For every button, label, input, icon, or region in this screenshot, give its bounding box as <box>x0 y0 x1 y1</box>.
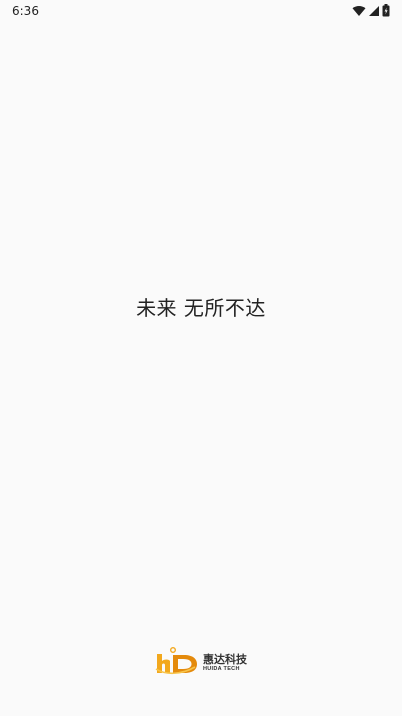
battery-icon <box>382 4 390 17</box>
wifi-icon <box>352 5 366 17</box>
status-bar: 6:36 <box>0 0 402 24</box>
status-icons <box>352 4 390 17</box>
brand-logo: 惠达科技 HUIDA TECH <box>0 646 402 680</box>
hd-logo-mark-icon <box>155 646 199 680</box>
splash-slogan: 未来 无所不达 <box>136 296 266 320</box>
brand-text: 惠达科技 HUIDA TECH <box>203 654 247 673</box>
brand-name-cn: 惠达科技 <box>203 652 247 666</box>
cell-signal-icon <box>368 5 380 17</box>
brand-name-en: HUIDA TECH <box>203 665 240 672</box>
status-time: 6:36 <box>12 4 39 18</box>
